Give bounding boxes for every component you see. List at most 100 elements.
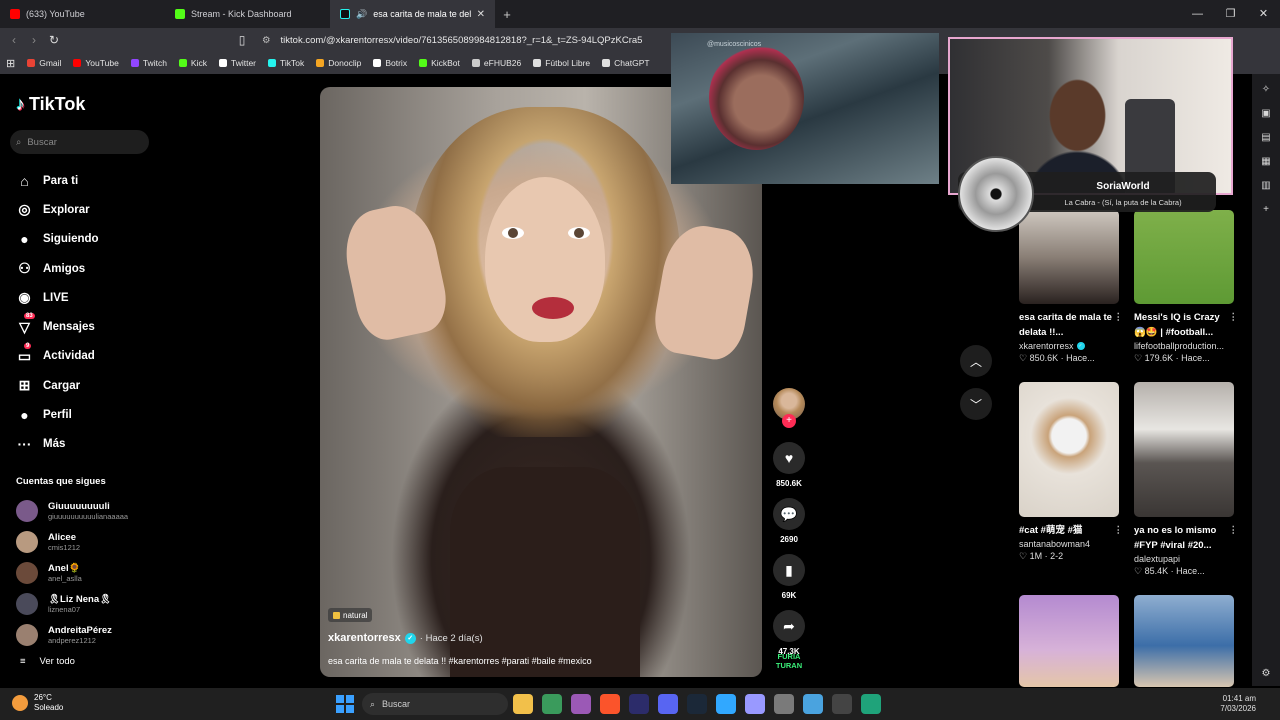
card-title[interactable]: Messi's IQ is Crazy 😱🤩 | #football... ⋮ [1134,310,1238,340]
maximize-button[interactable]: ❐ [1214,0,1247,28]
back-button[interactable]: ‹ [4,33,24,47]
recommended-card[interactable] [1134,595,1234,687]
following-account[interactable]: AndreitaPérez andperez1212 [16,619,156,650]
sidebar-item-ms[interactable]: ··· Más [16,430,156,459]
brave-browser-icon[interactable] [600,694,620,714]
tiktok-logo[interactable]: ♪ TikTok [16,94,85,115]
card-thumbnail[interactable] [1019,210,1119,304]
sidebar-item-actividad[interactable]: ▭ Actividad 9 [16,342,156,371]
card-title[interactable]: ya no es lo mismo #FYP #viral #20... ⋮ [1134,523,1238,553]
discord-icon[interactable] [658,694,678,714]
sidebar-item-parati[interactable]: ⌂ Para ti [16,166,156,195]
more-options-icon[interactable]: ⋮ [1229,310,1239,325]
comment-action[interactable]: 💬 2690 [772,498,806,544]
like-action[interactable]: ♥ 850.6K [772,442,806,488]
bookmark-item[interactable]: Fútbol Libre [533,58,590,68]
add-panel-icon[interactable]: + [1252,198,1280,222]
bookmark-item[interactable]: TikTok [268,58,304,68]
bookmark-save-icon[interactable]: ▮ [773,554,805,586]
see-all-button[interactable]: ≡ Ver todo [20,656,75,667]
obs-icon[interactable] [832,694,852,714]
bookmark-item[interactable]: KickBot [419,58,460,68]
apps-grid-icon[interactable]: ⊞ [6,57,15,70]
tab-tiktok-video[interactable]: 🔊 esa carita de mala te delata !! ✕ [330,0,495,28]
search-input[interactable]: ⌕ Buscar [10,130,149,154]
next-video-button[interactable]: ﹀ [960,388,992,420]
bookmark-item[interactable]: ChatGPT [602,58,650,68]
reading-list-icon[interactable]: ▥ [1252,174,1280,198]
new-tab-button[interactable]: + [495,7,519,22]
card-thumbnail[interactable] [1019,382,1119,517]
windows-start-button[interactable] [336,695,354,713]
following-account[interactable]: Giuuuuuuuuli giuuuuuuuuuulianaaaaa [16,496,156,527]
more-options-icon[interactable]: ⋮ [1114,310,1124,325]
card-author[interactable]: dalextupapi [1134,554,1234,564]
more-options-icon[interactable]: ⋮ [1229,523,1239,538]
sidebar-item-siguiendo[interactable]: ● Siguiendo [16,225,156,254]
bookmark-item[interactable]: Twitter [218,58,256,68]
taskbar-search[interactable]: ⌕ Buscar [362,693,508,715]
card-title[interactable]: #cat #萌宠 #猫 ⋮ [1019,523,1123,538]
card-author[interactable]: xkarentorresx ✓ [1019,341,1119,351]
sidebar-item-explorar[interactable]: ◎ Explorar [16,195,156,224]
system-clock[interactable]: 01:41 am 7/03/2026 [1220,694,1256,714]
bookmark-icon[interactable]: ▯ [232,33,252,47]
premiere-icon[interactable] [745,694,765,714]
bookmark-item[interactable]: Gmail [27,58,61,68]
following-account[interactable]: Alicee cmis1212 [16,527,156,558]
photoshop-icon[interactable] [716,694,736,714]
recommended-card[interactable]: Messi's IQ is Crazy 😱🤩 | #football... ⋮ l… [1134,210,1238,364]
bookmark-item[interactable]: YouTube [73,58,119,68]
edge-icon[interactable] [861,694,881,714]
following-account[interactable]: Anel🌻 anel_aslla [16,558,156,589]
video-author[interactable]: xkarentorresx ✓ · Hace 2 día(s) [328,632,483,644]
music-disc[interactable]: FURIA TURAN [774,652,804,674]
card-author[interactable]: lifefootballproduction... [1134,341,1234,351]
close-tab-icon[interactable]: ✕ [477,9,485,20]
minimize-button[interactable]: — [1181,0,1214,28]
recommended-card[interactable]: esa carita de mala te delata !!... ⋮ xkar… [1019,210,1123,364]
recommended-card[interactable]: ya no es lo mismo #FYP #viral #20... ⋮ da… [1134,382,1238,577]
tab-kick-dashboard[interactable]: Stream - Kick Dashboard [165,0,330,28]
bookmark-item[interactable]: eFHUB26 [471,58,521,68]
following-account[interactable]: 🎗Liz Nena🎗 liznena07 [16,588,156,619]
previous-video-button[interactable]: ︿ [960,345,992,377]
file-explorer-icon[interactable] [513,694,533,714]
reload-button[interactable]: ↻ [44,33,64,47]
tab-youtube[interactable]: (633) YouTube [0,0,165,28]
sidebar-item-amigos[interactable]: ⚇ Amigos [16,254,156,283]
close-window-button[interactable]: ✕ [1247,0,1280,28]
weather-widget[interactable]: 26°C Soleado [12,693,63,713]
author-avatar[interactable]: + [773,388,805,428]
heart-icon[interactable]: ♥ [773,442,805,474]
forward-button[interactable]: › [24,33,44,47]
leo-ai-icon[interactable]: ✧ [1252,78,1280,102]
card-author[interactable]: santanabowman4 [1019,539,1119,549]
settings-icon[interactable] [774,694,794,714]
settings-gear-icon[interactable]: ⚙ [1252,662,1280,686]
follow-plus-icon[interactable]: + [782,414,796,428]
sidebar-item-live[interactable]: ◉ LIVE [16,283,156,312]
bookmark-item[interactable]: Botrix [373,58,407,68]
notepad-icon[interactable] [803,694,823,714]
bookmark-item[interactable]: Twitch [130,58,167,68]
comment-icon[interactable]: 💬 [773,498,805,530]
wallet-icon[interactable]: ▣ [1252,102,1280,126]
app-icon[interactable] [571,694,591,714]
history-icon[interactable]: ▦ [1252,150,1280,174]
bookmark-item[interactable]: Kick [178,58,207,68]
steam-icon[interactable] [687,694,707,714]
card-thumbnail[interactable] [1019,595,1119,687]
card-thumbnail[interactable] [1134,595,1234,687]
recommended-card[interactable]: #cat #萌宠 #猫 ⋮ santanabowman4 ♡ 1M · 2-2 [1019,382,1123,562]
media-player-icon[interactable] [629,694,649,714]
more-options-icon[interactable]: ⋮ [1114,523,1124,538]
save-action[interactable]: ▮ 69K [772,554,806,600]
site-settings-icon[interactable]: ⚙ [262,35,271,46]
bookmark-item[interactable]: Donoclip [316,58,361,68]
sidebar-item-perfil[interactable]: ● Perfil [16,400,156,429]
share-icon[interactable]: ➦ [773,610,805,642]
share-action[interactable]: ➦ 47.3K [772,610,806,656]
recommended-card[interactable] [1019,595,1119,687]
sidebar-item-cargar[interactable]: ⊞ Cargar [16,371,156,400]
